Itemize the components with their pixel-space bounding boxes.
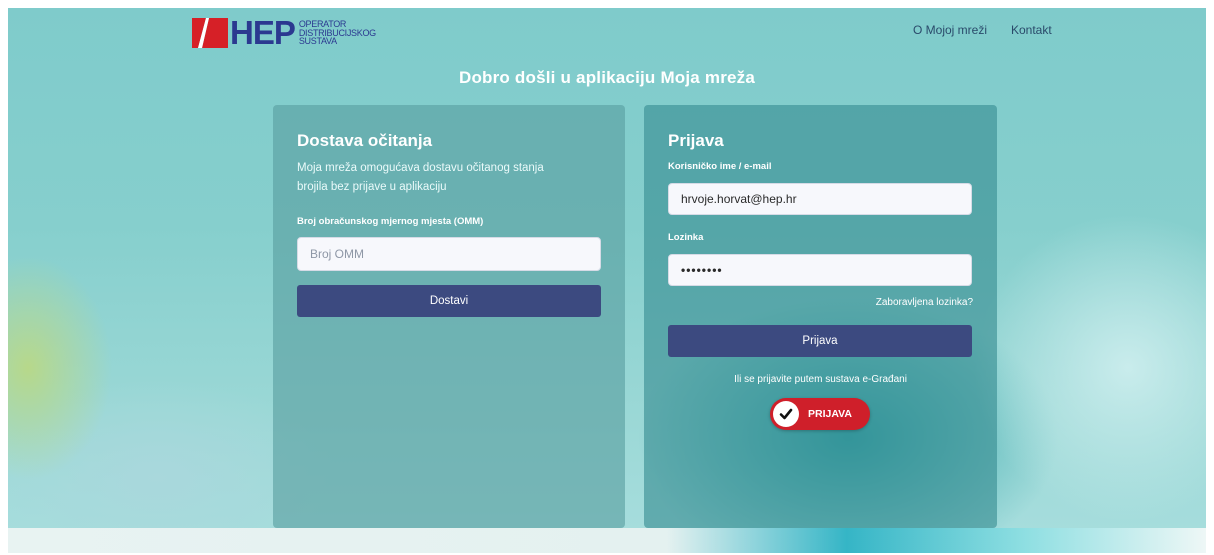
username-input[interactable]: hrvoje.horvat@hep.hr [668, 183, 972, 215]
login-card: Prijava Korisničko ime / e-mail hrvoje.h… [644, 105, 997, 528]
username-label: Korisničko ime / e-mail [668, 161, 772, 172]
egov-login-label: PRIJAVA [808, 408, 852, 420]
footer-strip [8, 528, 1206, 553]
description-line: Moja mreža omogućava dostavu očitanog st… [297, 162, 544, 174]
reading-card-title: Dostava očitanja [297, 131, 433, 150]
omm-input[interactable]: Broj OMM [297, 237, 601, 271]
submit-reading-button[interactable]: Dostavi [297, 285, 601, 317]
nav-contact-link[interactable]: Kontakt [1011, 23, 1052, 37]
password-input[interactable]: •••••••• [668, 254, 972, 286]
checkmark-icon [773, 401, 799, 427]
omm-label: Broj obračunskog mjernog mjesta (OMM) [297, 216, 484, 227]
logo-subtitle-line: SUSTAVA [298, 36, 337, 47]
logo-subtitle: OPERATOR DISTRIBUCIJSKOG SUSTAVA [299, 20, 376, 46]
nav-about-link[interactable]: O Mojoj mreži [913, 23, 987, 37]
egov-login-button[interactable]: PRIJAVA [770, 398, 870, 430]
hep-logo-icon [192, 18, 228, 48]
welcome-title: Dobro došli u aplikaciju Moja mreža [458, 68, 756, 87]
reading-card: Dostava očitanja Moja mreža omogućava do… [273, 105, 625, 528]
hep-logo[interactable]: HEP OPERATOR DISTRIBUCIJSKOG SUSTAVA [192, 14, 376, 52]
login-button[interactable]: Prijava [668, 325, 972, 357]
logo-text: HEP [230, 14, 296, 51]
description-line: brojila bez prijave u aplikaciju [297, 181, 447, 193]
login-card-title: Prijava [668, 131, 724, 150]
forgot-password-link[interactable]: Zaboravljena lozinka? [876, 297, 973, 308]
reading-card-description: Moja mreža omogućava dostavu očitanog st… [297, 159, 607, 197]
egov-prompt: Ili se prijavite putem sustava e-Građani [734, 374, 907, 385]
password-label: Lozinka [668, 232, 704, 243]
